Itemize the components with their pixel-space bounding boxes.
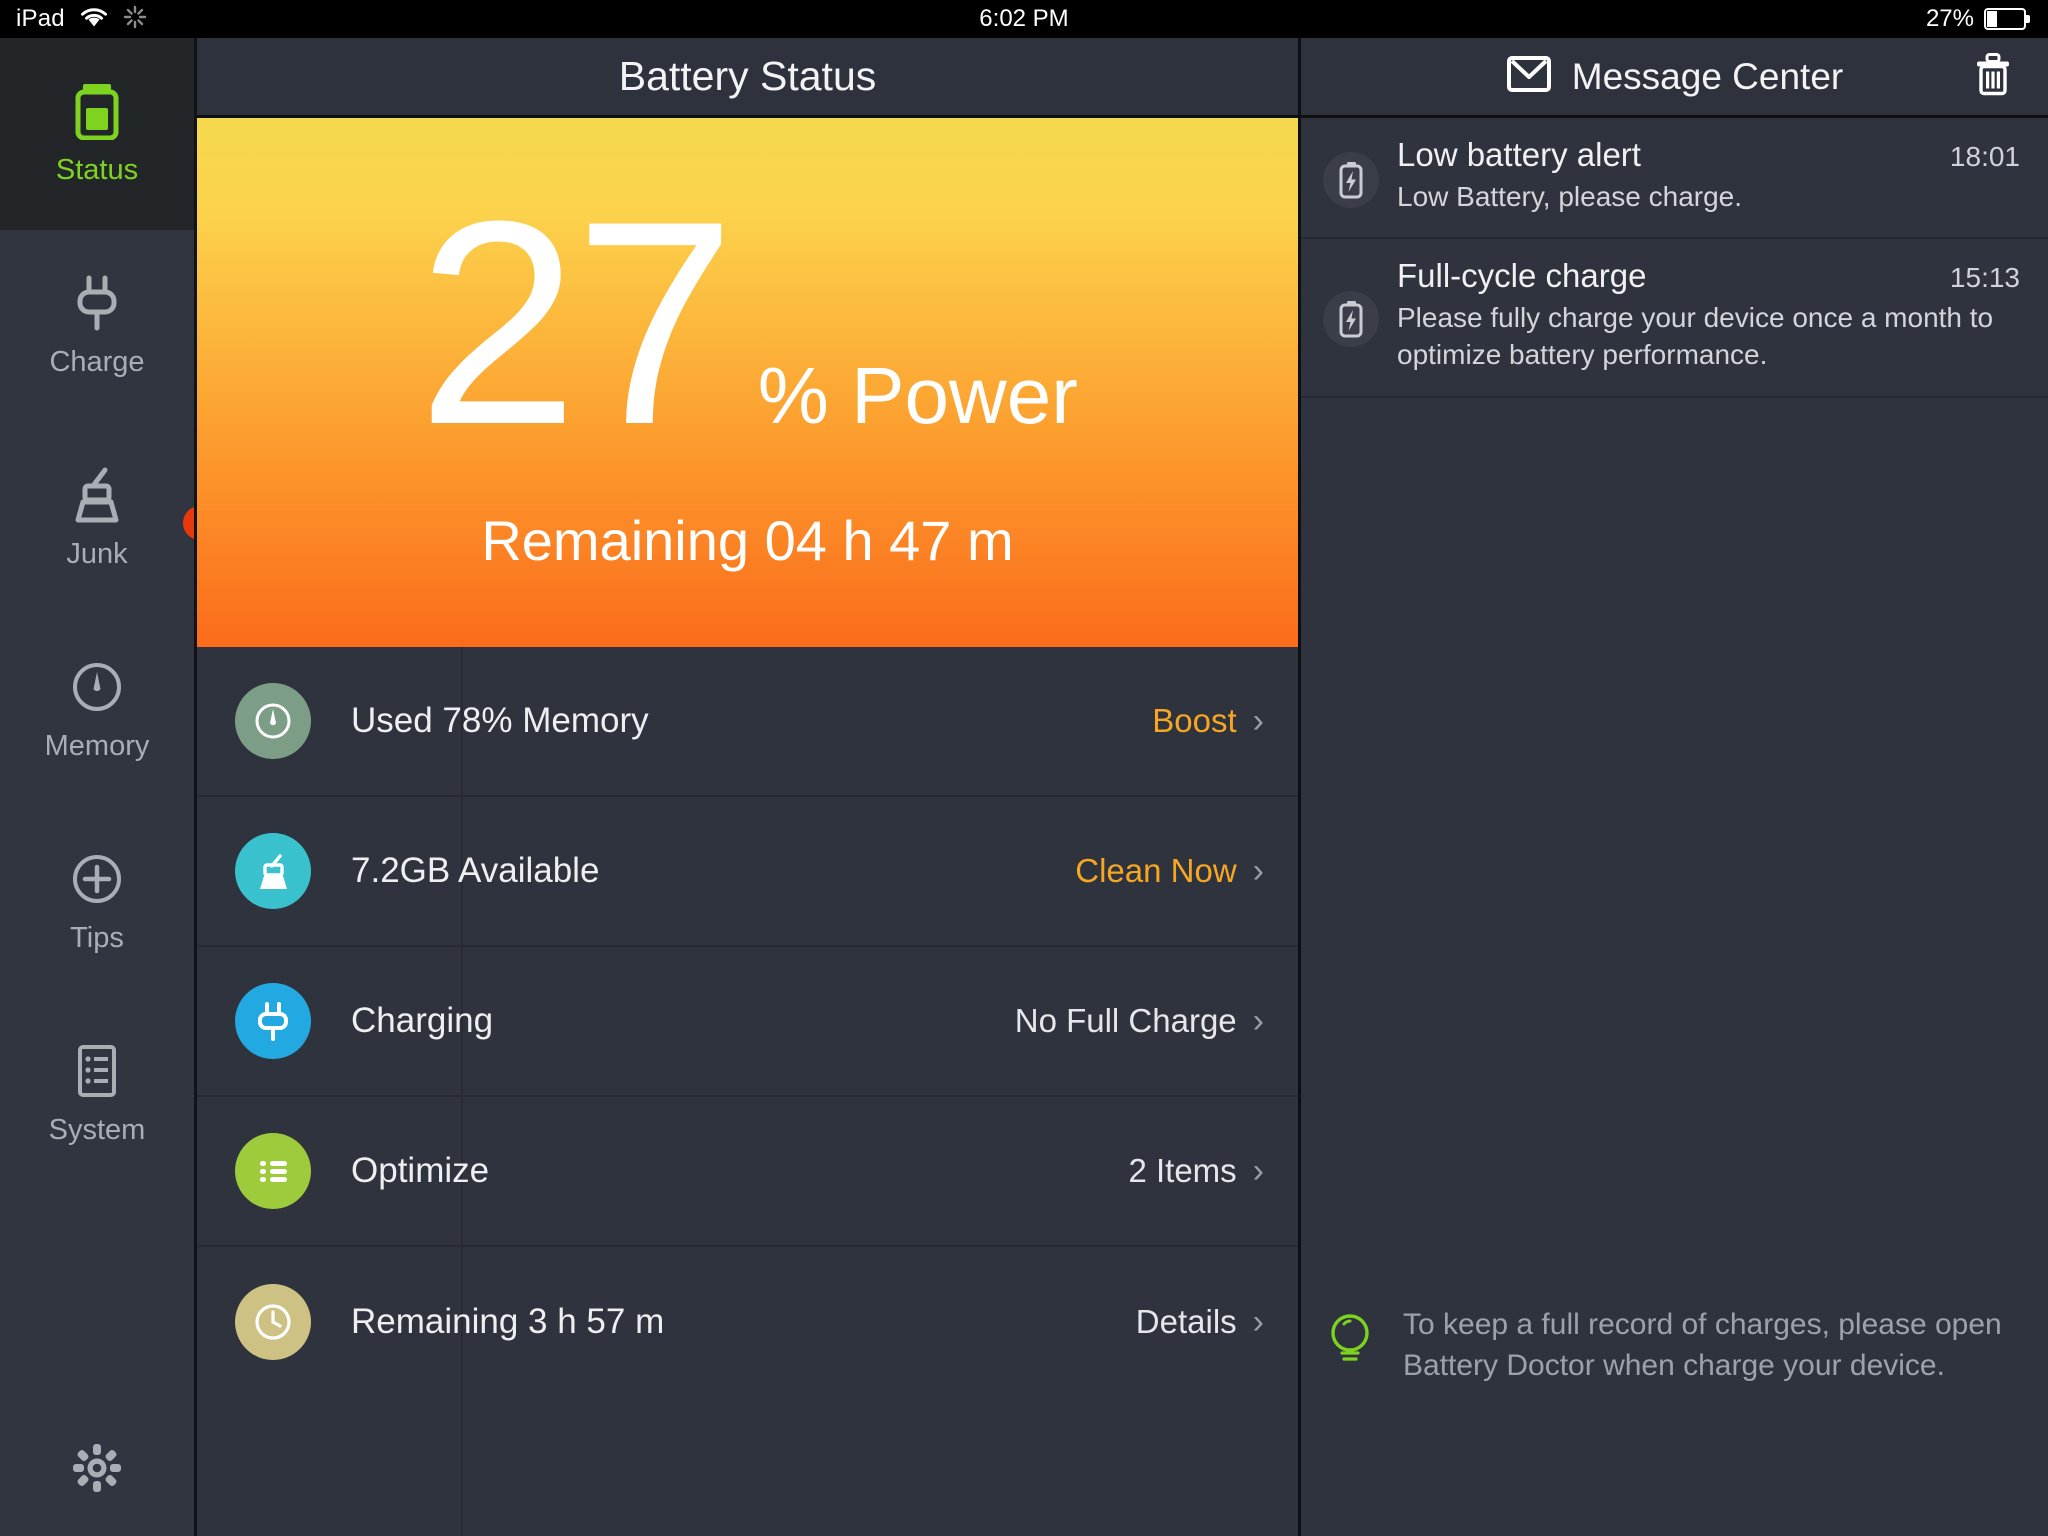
message-top-row: Full-cycle charge 15:13 bbox=[1397, 257, 2020, 295]
status-rows: Used 78% Memory Boost › 7.2GB Available … bbox=[197, 647, 1298, 1536]
message-body: Full-cycle charge 15:13 Please fully cha… bbox=[1397, 257, 2020, 373]
row-action[interactable]: Clean Now › bbox=[1075, 852, 1264, 890]
battery-icon bbox=[69, 82, 125, 140]
row-storage[interactable]: 7.2GB Available Clean Now › bbox=[197, 797, 1298, 947]
delete-all-button[interactable] bbox=[1974, 52, 2012, 101]
battery-percent-label: 27% bbox=[1925, 5, 1974, 32]
row-action-label: Details bbox=[1135, 1303, 1237, 1340]
gear-icon bbox=[70, 1441, 124, 1500]
sidebar-item-label: Junk bbox=[66, 537, 128, 570]
message-text: Please fully charge your device once a m… bbox=[1397, 302, 1994, 371]
broom-icon: 1 bbox=[69, 466, 219, 542]
document-list-icon bbox=[69, 1042, 125, 1100]
message-center-header: Message Center bbox=[1301, 38, 2048, 118]
trash-icon bbox=[1974, 52, 2012, 100]
message-item[interactable]: Full-cycle charge 15:13 Please fully cha… bbox=[1301, 239, 2048, 398]
chevron-right-icon: › bbox=[1252, 1152, 1264, 1190]
row-charging[interactable]: Charging No Full Charge › bbox=[197, 947, 1298, 1097]
sidebar-item-label: Status bbox=[55, 153, 139, 186]
battery-bolt-icon bbox=[1323, 291, 1379, 348]
tip-text: To keep a full record of charges, please… bbox=[1403, 1308, 2002, 1382]
message-text: Low Battery, please charge. bbox=[1397, 181, 1743, 212]
sidebar-item-charge[interactable]: Charge bbox=[0, 230, 194, 422]
row-action[interactable]: 2 Items › bbox=[1128, 1152, 1264, 1190]
row-action[interactable]: Details › bbox=[1136, 1303, 1264, 1341]
gauge-icon bbox=[69, 658, 125, 716]
message-title: Low battery alert bbox=[1397, 136, 1641, 173]
row-action[interactable]: Boost › bbox=[1152, 702, 1264, 740]
clock-icon bbox=[235, 1284, 311, 1360]
battery-remaining-label: Remaining 04 h 47 m bbox=[481, 508, 1014, 572]
message-top-row: Low battery alert 18:01 bbox=[1397, 136, 2020, 174]
settings-button[interactable] bbox=[0, 1441, 194, 1500]
battery-percent-value: 27 bbox=[417, 160, 736, 485]
row-label: 7.2GB Available bbox=[351, 851, 600, 890]
row-action-label: No Full Charge bbox=[1014, 1002, 1237, 1039]
sidebar-item-tips[interactable]: Tips bbox=[0, 806, 194, 998]
sidebar-item-status[interactable]: Status bbox=[0, 38, 194, 230]
message-item[interactable]: Low battery alert 18:01 Low Battery, ple… bbox=[1301, 118, 2048, 240]
battery-icon bbox=[1984, 8, 2030, 30]
row-label: Used 78% Memory bbox=[351, 701, 649, 740]
sidebar-item-memory[interactable]: Memory bbox=[0, 614, 194, 806]
status-bar-right: 27% bbox=[1926, 5, 2030, 33]
page-title: Battery Status bbox=[618, 53, 877, 99]
battery-hero: 27 % Power Remaining 04 h 47 m bbox=[197, 118, 1298, 647]
message-center-panel: Message Center Low battery alert 18:01 L… bbox=[1298, 38, 2048, 1536]
ios-status-bar: iPad 6:02 PM 27% bbox=[0, 0, 2048, 38]
main-header: Battery Status bbox=[197, 38, 1298, 118]
row-remaining[interactable]: Remaining 3 h 57 m Details › bbox=[197, 1247, 1298, 1397]
row-label: Remaining 3 h 57 m bbox=[351, 1302, 665, 1341]
message-center-title: Message Center bbox=[1571, 55, 1844, 97]
status-bar-clock: 6:02 PM bbox=[979, 5, 1069, 32]
chevron-right-icon: › bbox=[1252, 1303, 1264, 1341]
row-label: Charging bbox=[351, 1001, 494, 1040]
tip-banner: To keep a full record of charges, please… bbox=[1329, 1305, 2008, 1386]
hero-percent-row: 27 % Power bbox=[417, 160, 1078, 485]
battery-bolt-icon bbox=[1323, 152, 1379, 208]
list-icon bbox=[235, 1133, 311, 1209]
plug-icon bbox=[69, 274, 125, 332]
row-action-label: Clean Now bbox=[1075, 852, 1237, 889]
row-label: Optimize bbox=[351, 1151, 490, 1190]
sidebar-item-system[interactable]: System bbox=[0, 998, 194, 1190]
row-action-label: Boost bbox=[1152, 702, 1237, 739]
sidebar-item-label: Charge bbox=[49, 345, 145, 378]
sidebar-item-label: System bbox=[48, 1113, 146, 1146]
message-time: 18:01 bbox=[1949, 141, 2020, 172]
sidebar-item-label: Tips bbox=[70, 921, 124, 954]
broom-icon bbox=[235, 833, 311, 909]
sidebar: Status Charge Junk Memory Tips System bbox=[0, 38, 219, 1536]
plus-circle-icon bbox=[69, 850, 125, 908]
sidebar-item-junk[interactable]: 1 Junk bbox=[0, 422, 219, 614]
plug-icon bbox=[235, 983, 311, 1059]
chevron-right-icon: › bbox=[1252, 852, 1264, 890]
main-panel: Battery Status 27 % Power Remaining 04 h… bbox=[194, 38, 1298, 1536]
sidebar-item-label: Memory bbox=[44, 729, 150, 762]
app-body: Status Charge Junk Memory Tips System Ba… bbox=[0, 38, 2048, 1536]
lightbulb-icon bbox=[1329, 1313, 1375, 1370]
chevron-right-icon: › bbox=[1252, 1002, 1264, 1040]
message-body: Low battery alert 18:01 Low Battery, ple… bbox=[1397, 136, 2020, 215]
message-time: 15:13 bbox=[1949, 262, 2020, 294]
gauge-icon bbox=[235, 683, 311, 759]
row-action-label: 2 Items bbox=[1128, 1152, 1237, 1189]
message-title: Full-cycle charge bbox=[1397, 257, 1647, 295]
row-memory[interactable]: Used 78% Memory Boost › bbox=[197, 647, 1298, 797]
chevron-right-icon: › bbox=[1252, 702, 1264, 740]
envelope-icon bbox=[1506, 55, 1552, 98]
row-action[interactable]: No Full Charge › bbox=[1015, 1002, 1264, 1040]
battery-percent-unit: % Power bbox=[757, 350, 1078, 440]
row-optimize[interactable]: Optimize 2 Items › bbox=[197, 1097, 1298, 1247]
screen: iPad 6:02 PM 27% Status Charge Junk Memo… bbox=[0, 0, 2048, 1536]
